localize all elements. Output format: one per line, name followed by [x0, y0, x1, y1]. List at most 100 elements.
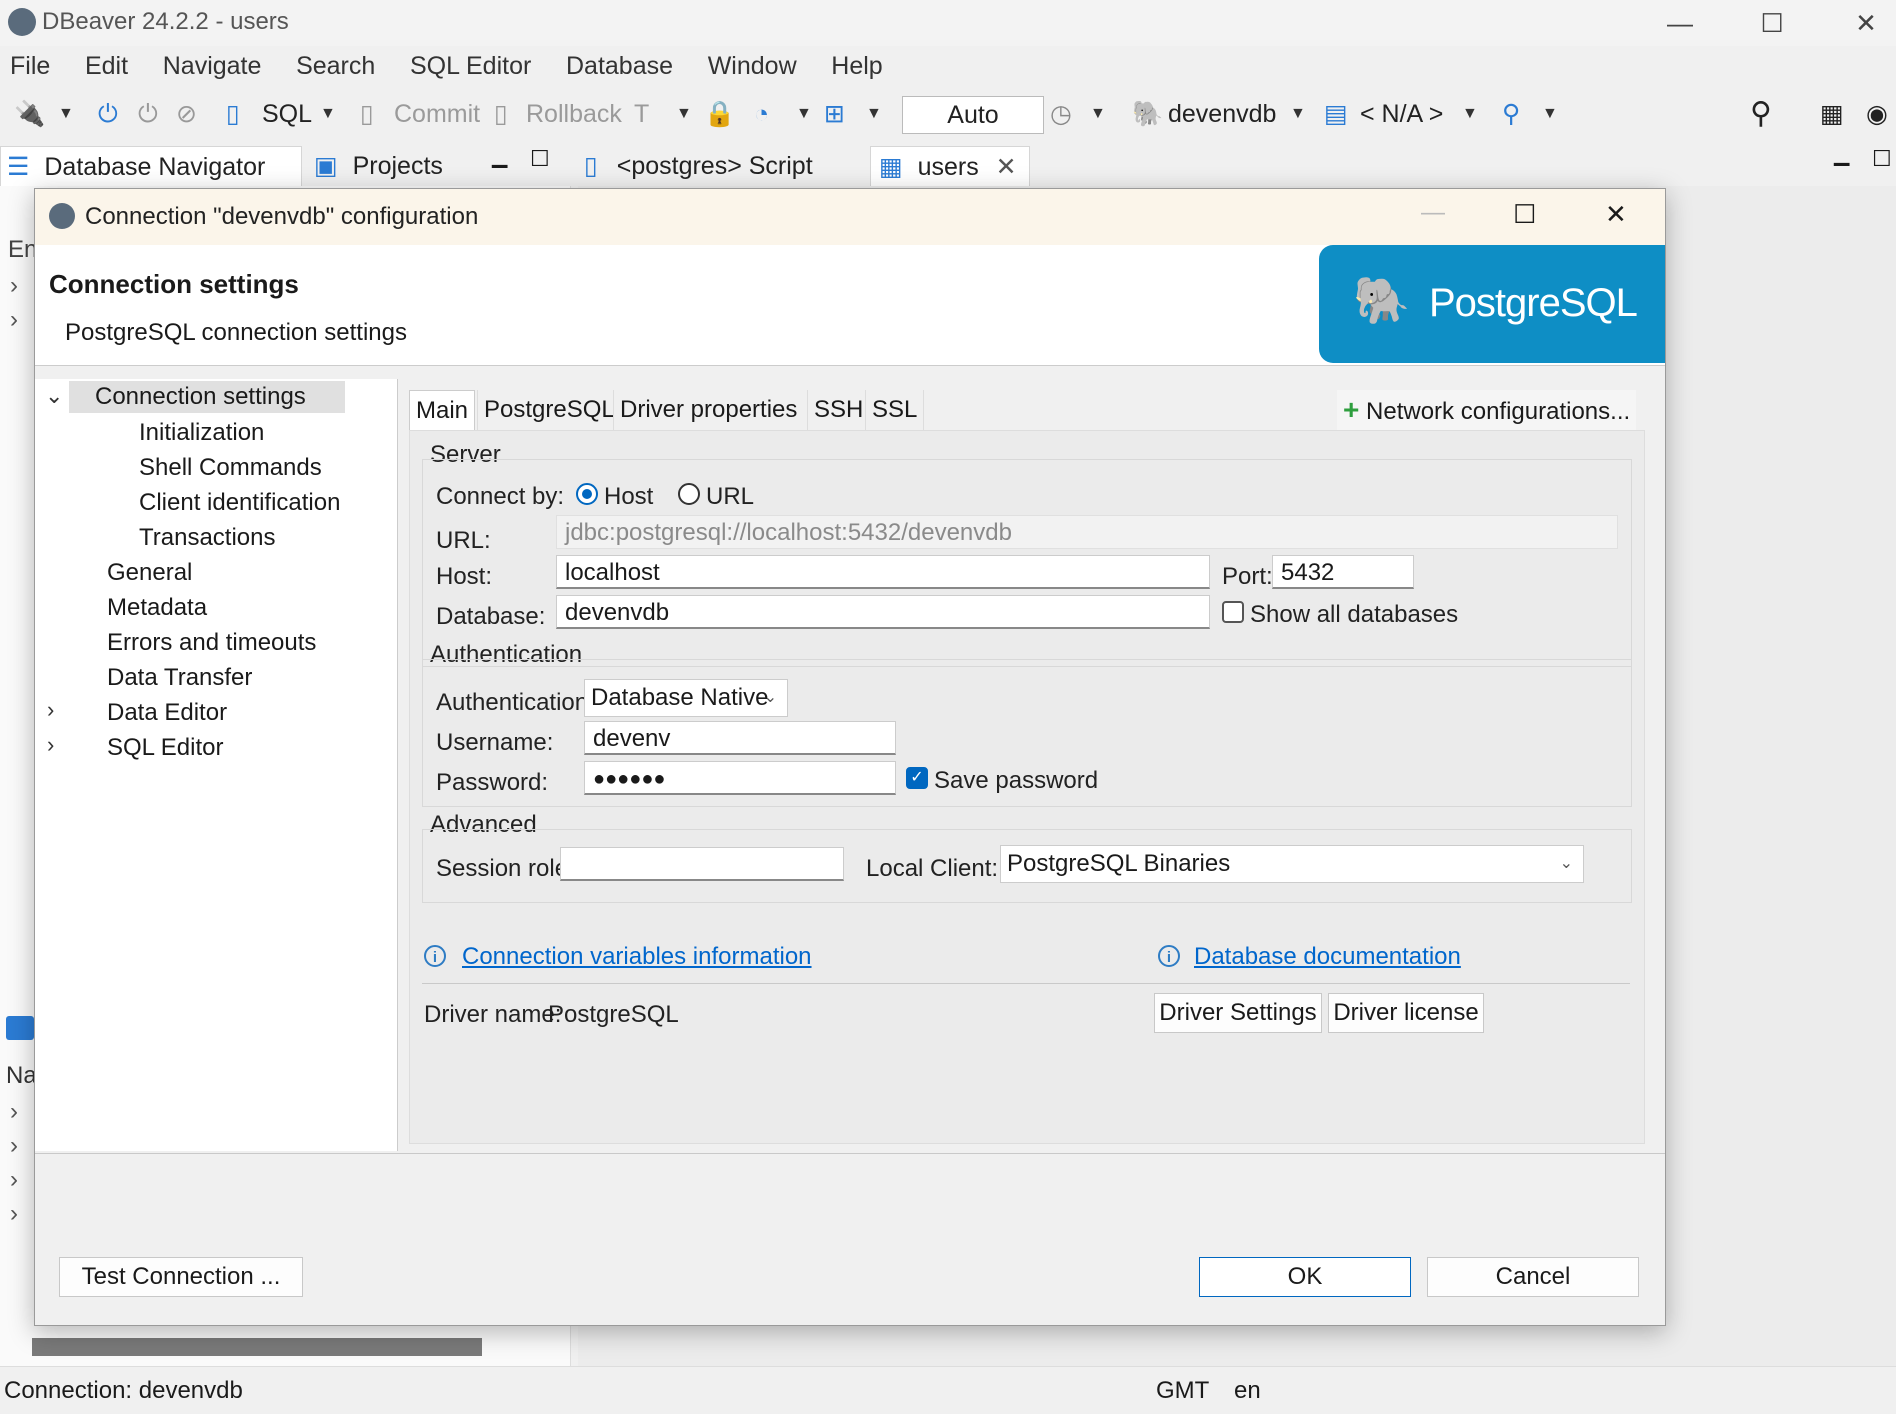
tree-item-errors-timeouts[interactable]: Errors and timeouts [107, 629, 316, 657]
chevron-down-icon[interactable]: ⌄ [45, 383, 63, 409]
schema-dropdown-icon[interactable]: ▼ [1462, 94, 1478, 134]
sql-dropdown-icon[interactable]: ▼ [320, 94, 336, 134]
commit-button[interactable]: Commit [394, 94, 480, 134]
new-connection-icon[interactable]: 🔌 [14, 94, 45, 134]
perspective-icon[interactable]: ▦ [1820, 94, 1844, 134]
sql-button[interactable]: SQL [262, 94, 312, 134]
dialog-close-button[interactable]: ✕ [1605, 199, 1627, 230]
username-field[interactable]: devenv [584, 721, 896, 755]
connect-icon[interactable]: ⏻ [98, 94, 118, 134]
tree-item-data-transfer[interactable]: Data Transfer [107, 664, 252, 692]
ok-button[interactable]: OK [1199, 1257, 1411, 1297]
authentication-select[interactable]: Database Native ⌄ [584, 679, 788, 717]
dialog-minimize-button[interactable]: — [1421, 199, 1445, 227]
tab-users[interactable]: ▦ users ✕ [870, 146, 1030, 187]
commit-mode-box[interactable]: Auto [902, 96, 1044, 134]
connect-by-host-radio[interactable] [576, 483, 598, 505]
expand-arrow-icon[interactable]: › [10, 1200, 18, 1228]
tab-projects[interactable]: ▣ Projects [314, 146, 484, 186]
transaction-mode-icon[interactable]: T [634, 94, 649, 134]
port-field[interactable]: 5432 [1272, 555, 1414, 589]
local-client-select[interactable]: PostgreSQL Binaries ⌄ [1000, 845, 1584, 883]
datasource-dropdown-icon[interactable]: ▼ [1290, 94, 1306, 134]
tree-item-data-editor[interactable]: Data Editor [107, 699, 227, 727]
connection-variables-link[interactable]: Connection variables information [462, 943, 812, 971]
tree-item-initialization[interactable]: Initialization [139, 419, 264, 447]
lock-icon[interactable]: 🔒 [704, 94, 735, 134]
menu-window[interactable]: Window [708, 52, 797, 81]
database-field[interactable]: devenvdb [556, 595, 1210, 629]
tree-item-sql-editor[interactable]: SQL Editor [107, 734, 224, 762]
dialog-maximize-button[interactable]: ☐ [1513, 199, 1536, 230]
history-dropdown-icon[interactable]: ▼ [1090, 94, 1106, 134]
performance-gauge-icon[interactable]: ◔ [754, 94, 769, 134]
driver-license-button[interactable]: Driver license [1328, 993, 1484, 1033]
horizontal-scrollbar[interactable] [32, 1338, 482, 1356]
show-all-databases-checkbox[interactable] [1222, 601, 1244, 623]
tree-item-metadata[interactable]: Metadata [107, 594, 207, 622]
tab-database-navigator[interactable]: ☰ Database Navigator ✕ [0, 146, 302, 221]
expand-arrow-icon[interactable]: › [10, 1098, 18, 1126]
save-password-checkbox[interactable]: ✓ [906, 767, 928, 789]
network-configurations-button[interactable]: + Network configurations... [1337, 390, 1637, 430]
close-icon[interactable]: ✕ [996, 153, 1017, 181]
tab-ssl[interactable]: SSL [865, 390, 925, 430]
menu-file[interactable]: File [10, 52, 50, 81]
history-icon[interactable]: ◷ [1050, 94, 1072, 134]
tab-driver-properties[interactable]: Driver properties [613, 390, 803, 430]
test-connection-button[interactable]: Test Connection ... [59, 1257, 303, 1297]
minimize-editor-icon[interactable]: ▁ [1834, 142, 1849, 167]
chevron-right-icon[interactable]: › [47, 732, 54, 758]
chevron-right-icon[interactable]: › [47, 697, 54, 723]
disconnect-all-icon[interactable]: ⊘ [176, 94, 197, 134]
menu-edit[interactable]: Edit [85, 52, 128, 81]
search-icon[interactable]: ⚲ [1750, 94, 1772, 134]
host-field[interactable]: localhost [556, 555, 1210, 589]
find-dropdown-icon[interactable]: ▼ [1542, 94, 1558, 134]
maximize-button[interactable]: ☐ [1742, 4, 1802, 42]
session-role-field[interactable] [560, 847, 844, 881]
tab-postgres-script[interactable]: ▯ <postgres> Script [584, 146, 854, 186]
close-window-button[interactable]: ✕ [1836, 4, 1896, 42]
password-field[interactable]: ●●●●●● [584, 761, 896, 795]
tab-main[interactable]: Main [409, 390, 476, 431]
active-datasource-selector[interactable]: devenvdb [1168, 94, 1276, 134]
transaction-mode-dropdown-icon[interactable]: ▼ [676, 94, 692, 134]
maximize-editor-icon[interactable]: ☐ [1872, 146, 1892, 172]
expand-arrow-icon[interactable]: › [10, 306, 18, 334]
menu-help[interactable]: Help [831, 52, 882, 81]
maximize-view-icon[interactable]: ☐ [530, 146, 550, 172]
sql-editor-icon[interactable]: ▯ [226, 94, 240, 134]
database-documentation-link[interactable]: Database documentation [1194, 943, 1461, 971]
connect-by-url-radio[interactable] [678, 483, 700, 505]
tree-item-general[interactable]: General [107, 559, 192, 587]
minimize-button[interactable]: — [1650, 4, 1710, 42]
commit-icon[interactable]: ▯ [360, 94, 374, 134]
tree-item-transactions[interactable]: Transactions [139, 524, 276, 552]
menu-database[interactable]: Database [566, 52, 673, 81]
network-dropdown-icon[interactable]: ▼ [866, 94, 882, 134]
disconnect-icon[interactable]: ⏻ [138, 94, 158, 134]
cancel-button[interactable]: Cancel [1427, 1257, 1639, 1297]
rollback-button[interactable]: Rollback [526, 94, 622, 134]
dbeaver-perspective-icon[interactable]: ◉ [1866, 94, 1888, 134]
menu-navigate[interactable]: Navigate [163, 52, 262, 81]
tree-item-connection-settings[interactable]: Connection settings [69, 381, 345, 413]
new-connection-dropdown-icon[interactable]: ▼ [58, 94, 74, 134]
minimize-view-icon[interactable]: ▁ [492, 144, 507, 169]
network-icon[interactable]: ⊞ [824, 94, 845, 134]
menu-sql-editor[interactable]: SQL Editor [410, 52, 531, 81]
menu-search[interactable]: Search [296, 52, 375, 81]
expand-arrow-icon[interactable]: › [10, 1132, 18, 1160]
tab-postgresql[interactable]: PostgreSQL [477, 390, 621, 430]
tree-item-shell-commands[interactable]: Shell Commands [139, 454, 322, 482]
tab-ssh[interactable]: SSH [807, 390, 869, 430]
expand-arrow-icon[interactable]: › [10, 1166, 18, 1194]
find-icon[interactable]: ⚲ [1502, 94, 1520, 134]
gauge-dropdown-icon[interactable]: ▼ [796, 94, 812, 134]
expand-arrow-icon[interactable]: › [10, 272, 18, 300]
tree-item-client-identification[interactable]: Client identification [139, 489, 340, 517]
active-schema-selector[interactable]: < N/A > [1360, 94, 1443, 134]
driver-settings-button[interactable]: Driver Settings [1154, 993, 1322, 1033]
rollback-icon[interactable]: ▯ [494, 94, 508, 134]
